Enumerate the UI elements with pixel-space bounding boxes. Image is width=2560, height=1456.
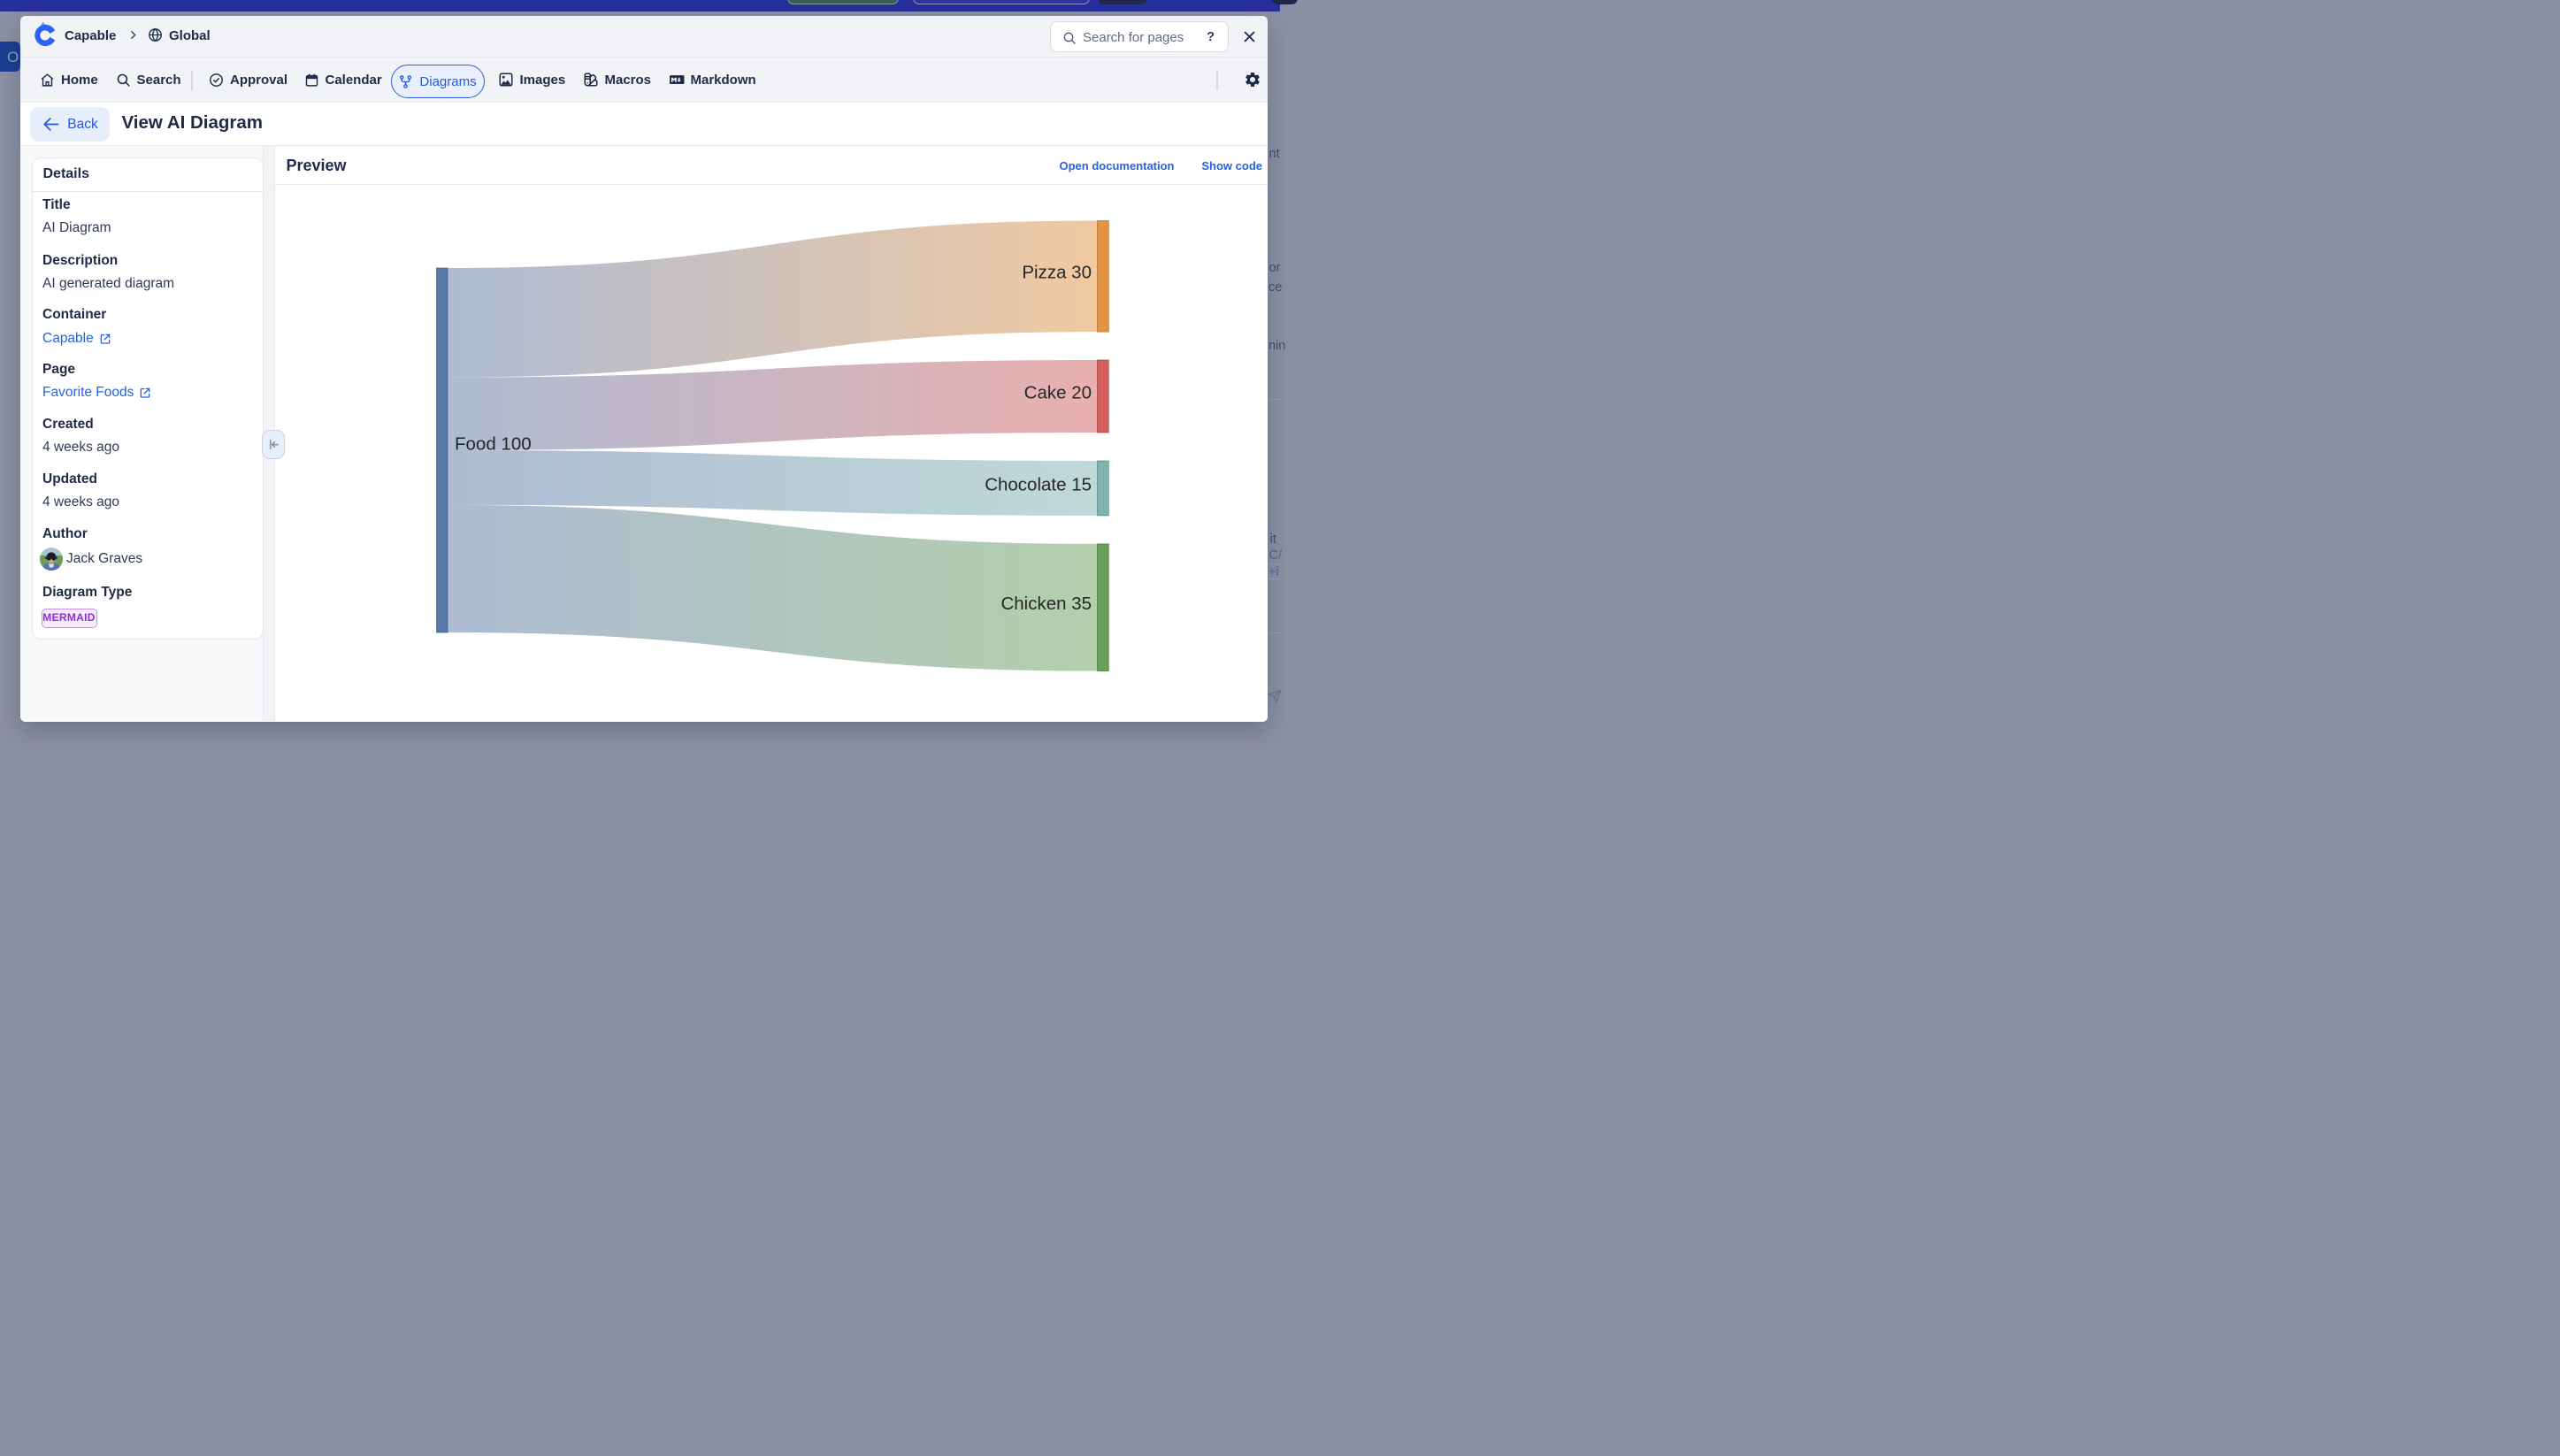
svg-text:Chocolate 15: Chocolate 15 [985, 474, 1092, 494]
svg-text:Chicken 35: Chicken 35 [1000, 594, 1092, 614]
svg-text:Cake 20: Cake 20 [1024, 382, 1092, 402]
svg-text:Pizza 30: Pizza 30 [1022, 263, 1092, 283]
svg-text:Food 100: Food 100 [455, 434, 532, 455]
